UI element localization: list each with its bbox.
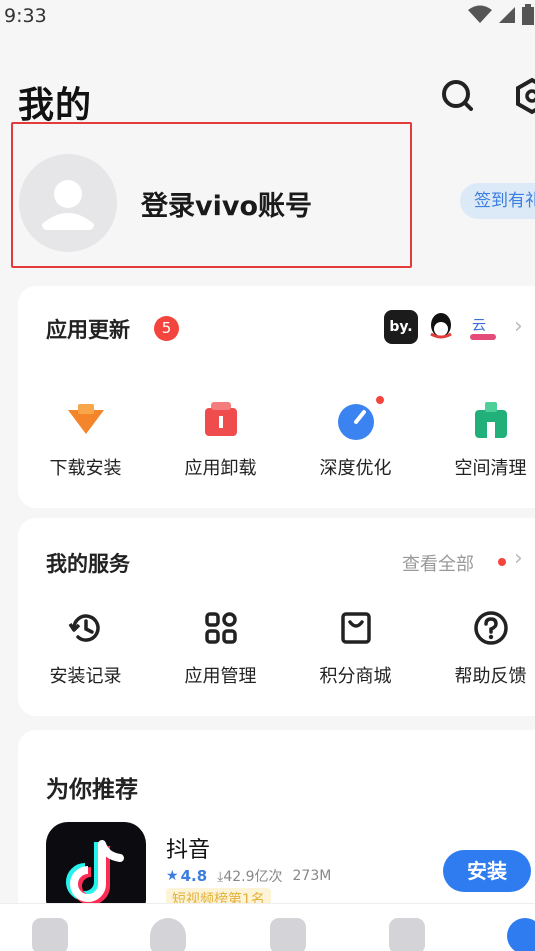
help-feedback-item[interactable]: 帮助反馈 [423, 604, 535, 688]
login-card[interactable]: 登录vivo账号 [11, 122, 412, 268]
checkin-button[interactable]: 签到有礼 [460, 183, 535, 219]
uninstall-item[interactable]: 应用卸载 [153, 396, 288, 480]
search-icon [442, 80, 473, 111]
new-dot [498, 558, 506, 566]
grid-label: 积分商城 [319, 666, 392, 687]
header: 我的 [0, 70, 535, 130]
grid-label: 下载安装 [49, 458, 122, 479]
optimize-icon [332, 396, 384, 444]
app-manage-icon [197, 604, 245, 652]
app-meta-row: ★ 4.8 ⤓42.9亿次 273M [166, 866, 331, 886]
home-icon[interactable] [32, 918, 68, 951]
cloud-app-icon: 云 [466, 310, 500, 344]
wifi-icon [468, 5, 492, 23]
app-updates-card: 应用更新 5 by. 云 › 下载安装 应用卸载 深度优化 空间清理 [18, 286, 535, 508]
space-clean-item[interactable]: 空间清理 [423, 396, 535, 480]
grid-label: 深度优化 [319, 458, 392, 479]
page-title: 我的 [18, 85, 93, 126]
svg-text:云: 云 [472, 318, 486, 334]
search-button[interactable] [438, 76, 478, 116]
app-store-icon[interactable] [150, 918, 186, 951]
default-avatar-icon [42, 180, 94, 230]
download-install-item[interactable]: 下载安装 [18, 396, 153, 480]
points-mall-item[interactable]: 积分商城 [288, 604, 423, 688]
download-icon [62, 396, 110, 444]
uninstall-icon [197, 396, 245, 444]
my-services-title: 我的服务 [46, 552, 130, 576]
app-size: 273M [292, 868, 332, 884]
points-mall-icon [332, 604, 380, 652]
grid-label: 安装记录 [49, 666, 122, 687]
battery-icon [522, 4, 534, 25]
install-button[interactable]: 安装 [443, 850, 531, 892]
category-icon[interactable] [389, 918, 425, 951]
download-count: ⤓42.9亿次 [217, 869, 283, 885]
update-count-badge: 5 [154, 316, 179, 341]
app-rating: 4.8 [180, 867, 208, 885]
download-count-value: 42.9亿次 [223, 869, 283, 885]
app-manage-item[interactable]: 应用管理 [153, 604, 288, 688]
recommend-title: 为你推荐 [46, 777, 138, 803]
grid-label: 帮助反馈 [454, 666, 527, 687]
signal-icon [499, 7, 515, 23]
status-bar: 9:33 [0, 0, 535, 32]
my-services-card: 我的服务 查看全部 › 安装记录 应用管理 积分商城 帮助反馈 [18, 518, 535, 716]
status-time: 9:33 [4, 5, 47, 27]
grid-label: 应用卸载 [184, 458, 257, 479]
grid-label: 空间清理 [454, 458, 527, 479]
clean-icon [467, 396, 515, 444]
bottom-nav [0, 903, 535, 951]
status-icons [467, 4, 535, 26]
app-name[interactable]: 抖音 [166, 832, 210, 864]
settings-button[interactable] [512, 76, 535, 116]
deep-optimize-item[interactable]: 深度优化 [288, 396, 423, 480]
help-icon [467, 604, 515, 652]
qq-icon [424, 310, 458, 344]
update-actions-row: 下载安装 应用卸载 深度优化 空间清理 [18, 396, 535, 480]
chevron-right-icon[interactable]: › [514, 314, 523, 339]
app-updates-title[interactable]: 应用更新 [46, 314, 130, 344]
grid-label: 应用管理 [184, 666, 257, 687]
new-dot [375, 396, 384, 404]
chevron-right-icon[interactable]: › [514, 546, 523, 571]
history-icon [62, 604, 110, 652]
by-app-icon: by. [384, 310, 418, 344]
login-link[interactable]: 登录vivo账号 [141, 184, 312, 223]
see-all-link[interactable]: 查看全部 [402, 550, 474, 576]
rating-star-icon: ★ [166, 868, 179, 884]
my-icon[interactable] [507, 918, 535, 951]
avatar[interactable] [19, 154, 117, 252]
install-history-item[interactable]: 安装记录 [18, 604, 153, 688]
settings-icon [516, 77, 535, 115]
game-icon[interactable] [270, 918, 306, 951]
services-row: 安装记录 应用管理 积分商城 帮助反馈 [18, 604, 535, 688]
